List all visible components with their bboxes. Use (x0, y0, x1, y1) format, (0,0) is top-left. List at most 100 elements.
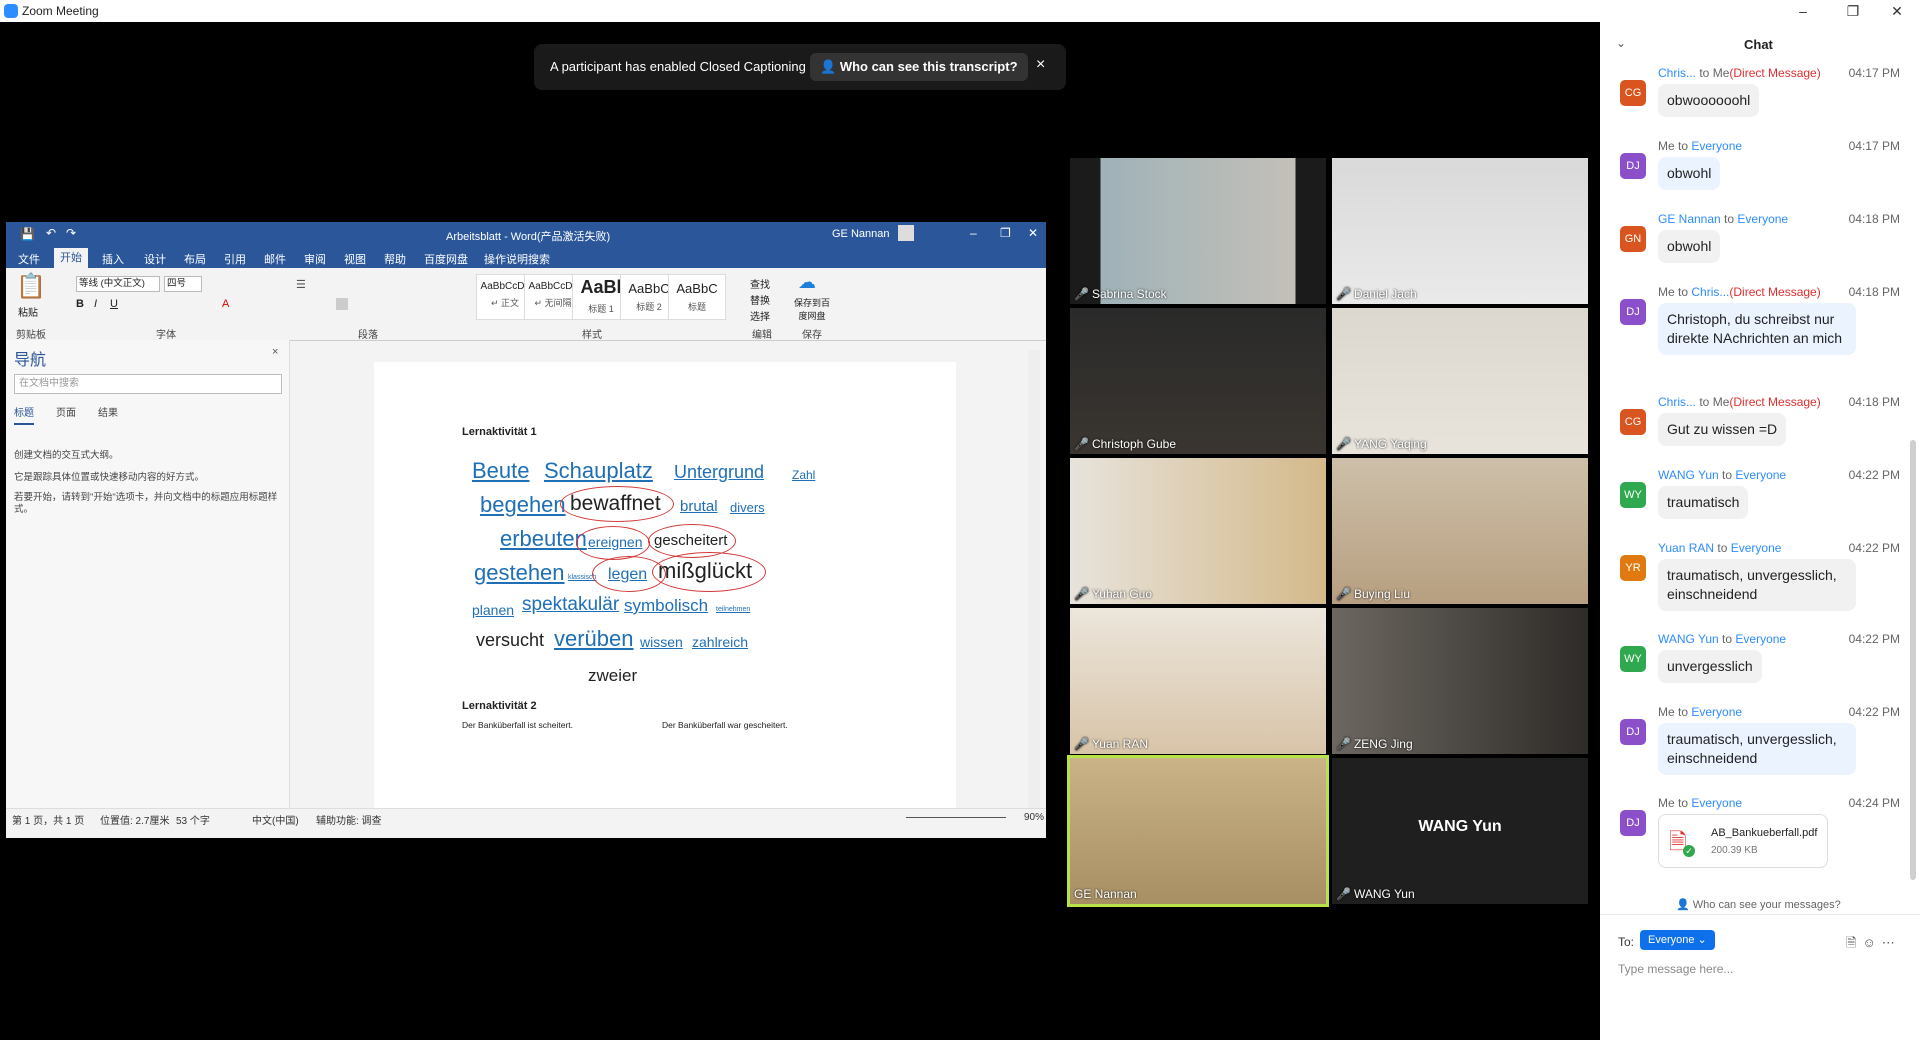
avatar: CG (1620, 80, 1646, 106)
video-feed (1332, 458, 1588, 604)
message-time: 04:18 PM (1848, 395, 1900, 409)
tab-file[interactable]: 文件 (18, 251, 40, 267)
message-time: 04:22 PM (1848, 541, 1900, 555)
word-title-bar: 💾 ↶ ↷ Arbeitsblatt - Word(产品激活失败) GE Nan… (6, 222, 1046, 248)
word-begehen: begehen (480, 492, 566, 517)
navigation-title: 导航 (14, 352, 47, 369)
more-icon[interactable]: ⋯ (1882, 935, 1901, 950)
message-bubble: Gut zu wissen =D (1658, 413, 1787, 446)
sender[interactable]: Yuan RAN (1658, 541, 1714, 555)
underline-button[interactable]: U (110, 298, 118, 310)
sender[interactable]: Chris... (1658, 66, 1696, 80)
font-name-select[interactable]: 等线 (中文正文) (76, 276, 160, 292)
chevron-down-icon[interactable]: ⌄ (1616, 36, 1626, 50)
recipient[interactable]: Chris... (1691, 285, 1729, 299)
tell-me-search[interactable]: 操作说明搜索 (484, 251, 550, 267)
tab-mailings[interactable]: 邮件 (264, 251, 286, 267)
status-zoom: 90% (1024, 812, 1045, 823)
tab-baidu[interactable]: 百度网盘 (424, 251, 468, 267)
window-title-bar: Zoom Meeting – ❐ ✕ (0, 0, 1920, 22)
message-time: 04:17 PM (1848, 66, 1900, 80)
tab-review[interactable]: 审阅 (304, 251, 326, 267)
word-symbolisch: symbolisch (624, 596, 709, 615)
avatar: CG (1620, 409, 1646, 435)
undo-icon[interactable]: ↶ (46, 226, 56, 240)
nav-tab-headings[interactable]: 标题 (14, 408, 34, 425)
video-tile-yuhan[interactable]: 🎤 Yuhan Guo (1070, 458, 1326, 604)
chevron-down-icon: ⌄ (1697, 934, 1707, 946)
recipient-dropdown[interactable]: Everyone ⌄ (1640, 930, 1715, 950)
chat-scrollbar[interactable] (1910, 440, 1916, 880)
select-button[interactable]: 选择 (750, 308, 770, 323)
tab-references[interactable]: 引用 (224, 251, 246, 267)
tab-help[interactable]: 帮助 (384, 251, 406, 267)
document-page[interactable]: Lernaktivität 1 Beute Schauplatz Untergr… (374, 362, 956, 808)
document-scrollbar[interactable] (1028, 350, 1040, 808)
find-button[interactable]: 查找 (750, 276, 770, 291)
word-close-icon[interactable]: ✕ (1028, 226, 1038, 240)
tab-view[interactable]: 视图 (344, 251, 366, 267)
paste-icon[interactable]: 📋 (16, 272, 46, 301)
chat-message-input[interactable]: Type message here... (1618, 962, 1733, 976)
emoji-icon[interactable]: ☺ (1862, 935, 1881, 950)
avatar: WY (1620, 482, 1646, 508)
sender[interactable]: GE Nannan (1658, 212, 1721, 226)
video-tile-sabrina[interactable]: 🎤 Sabrina Stock (1070, 158, 1326, 304)
font-size-select[interactable]: 四号 (164, 276, 202, 292)
video-tile-daniel[interactable]: 🎤 Daniel Jach (1332, 158, 1588, 304)
video-tile-zeng[interactable]: 🎤 ZENG Jing (1332, 608, 1588, 754)
sender[interactable]: WANG Yun (1658, 468, 1719, 482)
close-banner-icon[interactable]: × (1036, 56, 1045, 74)
message-meta: WANG Yun to Everyone (1658, 632, 1787, 646)
recipient[interactable]: Everyone (1735, 632, 1786, 646)
word-restore-icon[interactable]: ❐ (1000, 226, 1011, 240)
recipient[interactable]: Everyone (1691, 796, 1742, 810)
recipient[interactable]: Everyone (1691, 139, 1742, 153)
recipient[interactable]: Everyone (1735, 468, 1786, 482)
restore-button[interactable]: ❐ (1836, 1, 1870, 21)
file-attachment[interactable]: 🗎 ✓ AB_Bankueberfall.pdf 200.39 KB (1658, 814, 1828, 868)
video-feed (1070, 758, 1326, 904)
bold-button[interactable]: B (76, 298, 84, 310)
sender[interactable]: WANG Yun (1658, 632, 1719, 646)
who-can-see-messages-link[interactable]: 👤 Who can see your messages? (1676, 898, 1841, 911)
font-color-button[interactable]: A (222, 298, 229, 310)
baidu-cloud-icon[interactable]: ☁ (798, 272, 816, 293)
video-tile-wang-off[interactable]: WANG Yun 🎤 WANG Yun (1332, 758, 1588, 904)
video-tile-ge-active-speaker[interactable]: GE Nannan (1067, 755, 1329, 907)
tab-design[interactable]: 设计 (144, 251, 166, 267)
file-size: 200.39 KB (1711, 845, 1758, 856)
recipient[interactable]: Everyone (1731, 541, 1782, 555)
style-title[interactable]: AaBbC 标题 (668, 274, 726, 320)
tab-insert[interactable]: 插入 (102, 251, 124, 267)
italic-button[interactable]: I (94, 298, 97, 310)
close-window-button[interactable]: ✕ (1880, 1, 1914, 21)
who-can-see-transcript-button[interactable]: 👤 Who can see this transcript? (810, 53, 1028, 81)
video-tile-yang[interactable]: 🎤 YANG Yaqing (1332, 308, 1588, 454)
save-icon[interactable]: 💾 (20, 227, 35, 241)
participant-name: 🎤 Daniel Jach (1336, 287, 1417, 301)
minimize-button[interactable]: – (1786, 1, 1820, 21)
video-tile-buying[interactable]: 🎤 Buying Liu (1332, 458, 1588, 604)
recipient[interactable]: Everyone (1691, 705, 1742, 719)
close-nav-icon[interactable]: × (272, 346, 278, 358)
redo-icon[interactable]: ↷ (66, 226, 76, 240)
person-lock-icon: 👤 (820, 59, 840, 74)
video-tile-christoph[interactable]: 🎤 Christoph Gube (1070, 308, 1326, 454)
who-can-see-transcript-label: Who can see this transcript? (839, 59, 1018, 74)
participant-name: 🎤 Buying Liu (1336, 587, 1410, 601)
recipient[interactable]: Everyone (1737, 212, 1788, 226)
file-icon[interactable]: 🗎 (1846, 935, 1862, 950)
tab-layout[interactable]: 布局 (184, 251, 206, 267)
bullets-icon[interactable]: ☰ (296, 278, 306, 291)
replace-button[interactable]: 替换 (750, 292, 770, 307)
nav-tab-results[interactable]: 结果 (98, 408, 118, 419)
nav-tab-pages[interactable]: 页面 (56, 408, 76, 419)
zoom-slider[interactable] (906, 817, 1006, 818)
nav-search-input[interactable]: 在文档中搜索 (14, 374, 282, 394)
word-minimize-icon[interactable]: – (970, 226, 977, 240)
justify-button[interactable] (336, 298, 348, 310)
tab-home[interactable]: 开始 (54, 248, 88, 268)
video-tile-yuan[interactable]: 🎤 Yuan RAN (1070, 608, 1326, 754)
sender[interactable]: Chris... (1658, 395, 1696, 409)
